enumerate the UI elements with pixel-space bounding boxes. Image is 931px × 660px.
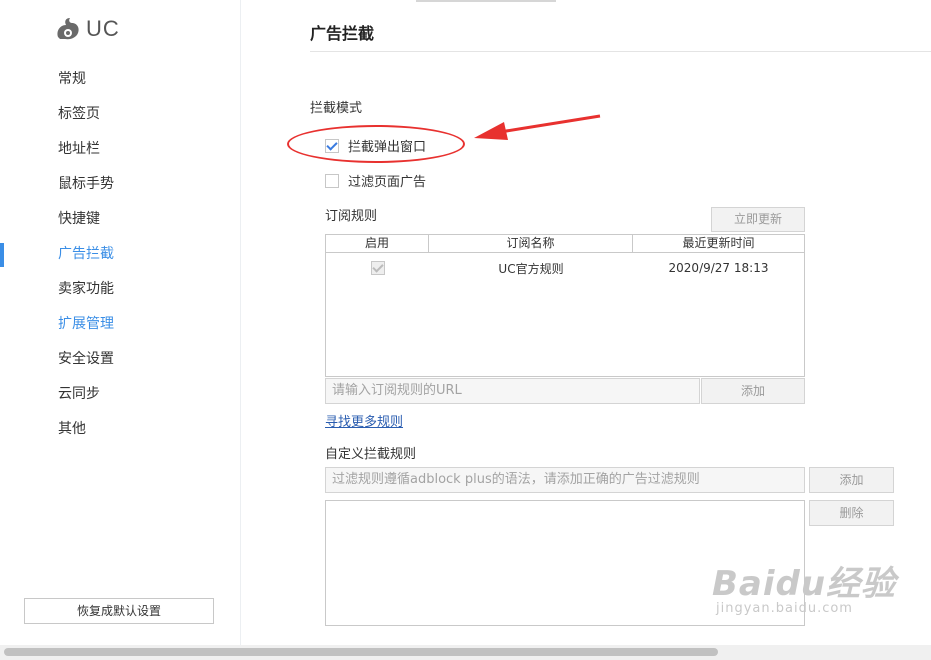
table-header: 启用 订阅名称 最近更新时间	[326, 235, 804, 253]
table-row[interactable]: UC官方规则 2020/9/27 18:13	[326, 253, 804, 283]
page-ad-filter-label: 过滤页面广告	[348, 175, 427, 190]
subscription-table: 启用 订阅名称 最近更新时间 UC官方规则 2020/9/27 18:13	[325, 234, 805, 377]
page-ad-filter-option[interactable]: 过滤页面广告	[325, 171, 426, 190]
top-tab-edge	[416, 0, 556, 2]
custom-rules-label: 自定义拦截规则	[325, 447, 417, 462]
sidebar-item-other[interactable]: 其他	[0, 412, 240, 447]
annotation-ellipse	[287, 125, 465, 163]
sidebar-item-shortcuts[interactable]: 快捷键	[0, 202, 240, 237]
page-title: 广告拦截	[310, 24, 375, 43]
uc-logo: UC	[54, 14, 120, 44]
watermark-brand: Baidu经验	[712, 564, 897, 604]
subscription-url-input[interactable]: 请输入订阅规则的URL	[325, 378, 700, 404]
settings-sidebar: UC 常规 标签页 地址栏 鼠标手势 快捷键 广告拦截 卖家功能 扩展管理 安全…	[0, 0, 241, 645]
annotation-arrow	[474, 114, 601, 140]
sidebar-item-general[interactable]: 常规	[0, 62, 240, 97]
sidebar-item-security[interactable]: 安全设置	[0, 342, 240, 377]
custom-rule-input[interactable]: 过滤规则遵循adblock plus的语法，请添加正确的广告过滤规则	[325, 467, 805, 493]
row-enabled-cell	[326, 261, 429, 275]
sidebar-item-extensions[interactable]: 扩展管理	[0, 307, 240, 342]
sidebar-item-seller[interactable]: 卖家功能	[0, 272, 240, 307]
logo-text: UC	[86, 16, 120, 41]
restore-defaults-button[interactable]: 恢复成默认设置	[24, 598, 214, 624]
update-now-button[interactable]: 立即更新	[711, 207, 805, 232]
column-updated: 最近更新时间	[682, 236, 755, 250]
sidebar-item-cloud-sync[interactable]: 云同步	[0, 377, 240, 412]
add-custom-rule-button[interactable]: 添加	[809, 467, 894, 493]
add-subscription-button[interactable]: 添加	[701, 378, 805, 404]
horizontal-scrollbar-thumb[interactable]	[4, 648, 718, 656]
uc-squirrel-icon	[57, 18, 79, 40]
sidebar-nav: 常规 标签页 地址栏 鼠标手势 快捷键 广告拦截 卖家功能 扩展管理 安全设置 …	[0, 62, 240, 447]
block-mode-label: 拦截模式	[310, 101, 363, 116]
baidu-watermark: Baidu经验 jingyan.baidu.com	[712, 556, 896, 616]
column-name: 订阅名称	[429, 235, 633, 252]
title-divider	[310, 51, 931, 52]
more-rules-link[interactable]: 寻找更多规则	[325, 411, 403, 430]
delete-custom-rule-button[interactable]: 删除	[809, 500, 894, 526]
sidebar-item-tabs[interactable]: 标签页	[0, 97, 240, 132]
sidebar-item-address-bar[interactable]: 地址栏	[0, 132, 240, 167]
page-ad-filter-checkbox[interactable]	[325, 173, 339, 188]
row-enabled-checkbox[interactable]	[370, 261, 385, 275]
subscription-label: 订阅规则	[325, 209, 378, 224]
column-enabled: 启用	[326, 235, 429, 252]
sidebar-item-ad-block[interactable]: 广告拦截	[0, 237, 240, 272]
row-updated: 2020/9/27 18:13	[668, 261, 769, 275]
sidebar-item-mouse-gestures[interactable]: 鼠标手势	[0, 167, 240, 202]
row-name: UC官方规则	[498, 261, 564, 276]
